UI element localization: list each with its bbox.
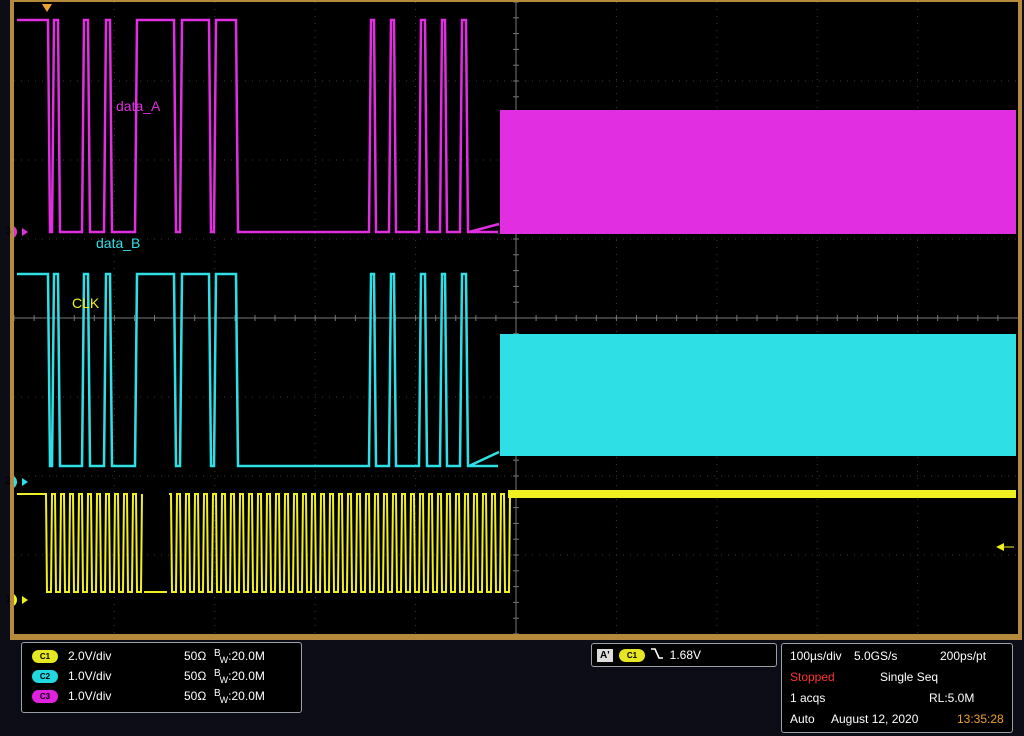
trigger-a-label: A' bbox=[597, 649, 613, 663]
channel-2-badge[interactable]: C2 bbox=[32, 670, 58, 684]
channel-settings-panel: C1 2.0V/div 50Ω BW:20.0M C2 1.0V/div 50Ω… bbox=[21, 642, 302, 713]
ch3-ground-marker-label[interactable]: 3 bbox=[1, 225, 15, 239]
channel-2-bandwidth: BW:20.0M bbox=[214, 668, 265, 685]
acquisition-time: 13:35:28 bbox=[957, 712, 1004, 726]
ch1-flat-band bbox=[508, 490, 1016, 498]
ch2-ground-marker-label[interactable]: 2 bbox=[1, 475, 15, 489]
channel-row-2[interactable]: C2 1.0V/div 50Ω BW:20.0M bbox=[32, 668, 292, 685]
channel-markers bbox=[14, 4, 1014, 606]
marker-arrow bbox=[22, 228, 28, 236]
channel-2-scale: 1.0V/div bbox=[68, 669, 112, 683]
waveform-display: data_A data_B CLK 321 bbox=[5, 2, 1018, 634]
graticule-grid bbox=[14, 2, 1018, 634]
time-resolution: 200ps/pt bbox=[940, 649, 987, 663]
channel-3-bandwidth: BW:20.0M bbox=[214, 688, 265, 705]
channel-1-scale: 2.0V/div bbox=[68, 649, 112, 663]
channel-3-badge[interactable]: C3 bbox=[32, 690, 58, 704]
sample-rate: 5.0GS/s bbox=[854, 649, 898, 663]
channel-1-impedance: 50Ω bbox=[184, 649, 207, 663]
trace-label-data-a: data_A bbox=[116, 98, 161, 114]
waveform-canvas bbox=[14, 2, 1018, 634]
trigger-panel[interactable]: A' C1 1.68V bbox=[591, 643, 777, 667]
falling-edge-icon bbox=[650, 647, 664, 664]
acquisition-mode: Single Seq bbox=[880, 670, 939, 684]
trigger-mode: Auto bbox=[790, 712, 815, 726]
ch3-data-line bbox=[17, 18, 500, 234]
timebase-scale: 100µs/div bbox=[790, 649, 842, 663]
record-length: RL:5.0M bbox=[929, 691, 975, 705]
acquisition-count: 1 acqs bbox=[790, 691, 826, 705]
ch3-noise-band bbox=[500, 110, 1016, 234]
channel-3-scale: 1.0V/div bbox=[68, 689, 112, 703]
trigger-source-badge[interactable]: C1 bbox=[618, 649, 645, 663]
channel-2-impedance: 50Ω bbox=[184, 669, 207, 683]
trigger-position-marker bbox=[42, 4, 52, 12]
ch2-ground-marker bbox=[14, 476, 28, 488]
channel-3-impedance: 50Ω bbox=[184, 689, 207, 703]
acquisition-panel[interactable]: 100µs/div 5.0GS/s 200ps/pt Stopped Singl… bbox=[781, 643, 1013, 733]
channel-row-1[interactable]: C1 2.0V/div 50Ω BW:20.0M bbox=[32, 648, 292, 665]
ch1-ground-marker-label[interactable]: 1 bbox=[1, 593, 15, 607]
ch3-ground-marker bbox=[14, 226, 28, 238]
trace-label-data-b: data_B bbox=[96, 235, 141, 251]
trigger-level-marker bbox=[996, 543, 1004, 551]
trigger-level: 1.68V bbox=[669, 648, 701, 662]
ch1-ground-marker bbox=[14, 594, 28, 606]
ch2-noise-band bbox=[500, 334, 1016, 456]
channel-row-3[interactable]: C3 1.0V/div 50Ω BW:20.0M bbox=[32, 688, 292, 705]
marker-arrow bbox=[22, 478, 28, 486]
trace-label-clk: CLK bbox=[72, 295, 100, 311]
acquisition-date: August 12, 2020 bbox=[831, 712, 919, 726]
channel-1-bandwidth: BW:20.0M bbox=[214, 648, 265, 665]
channel-1-badge[interactable]: C1 bbox=[32, 650, 58, 664]
acquisition-status: Stopped bbox=[790, 670, 835, 684]
marker-arrow bbox=[22, 596, 28, 604]
